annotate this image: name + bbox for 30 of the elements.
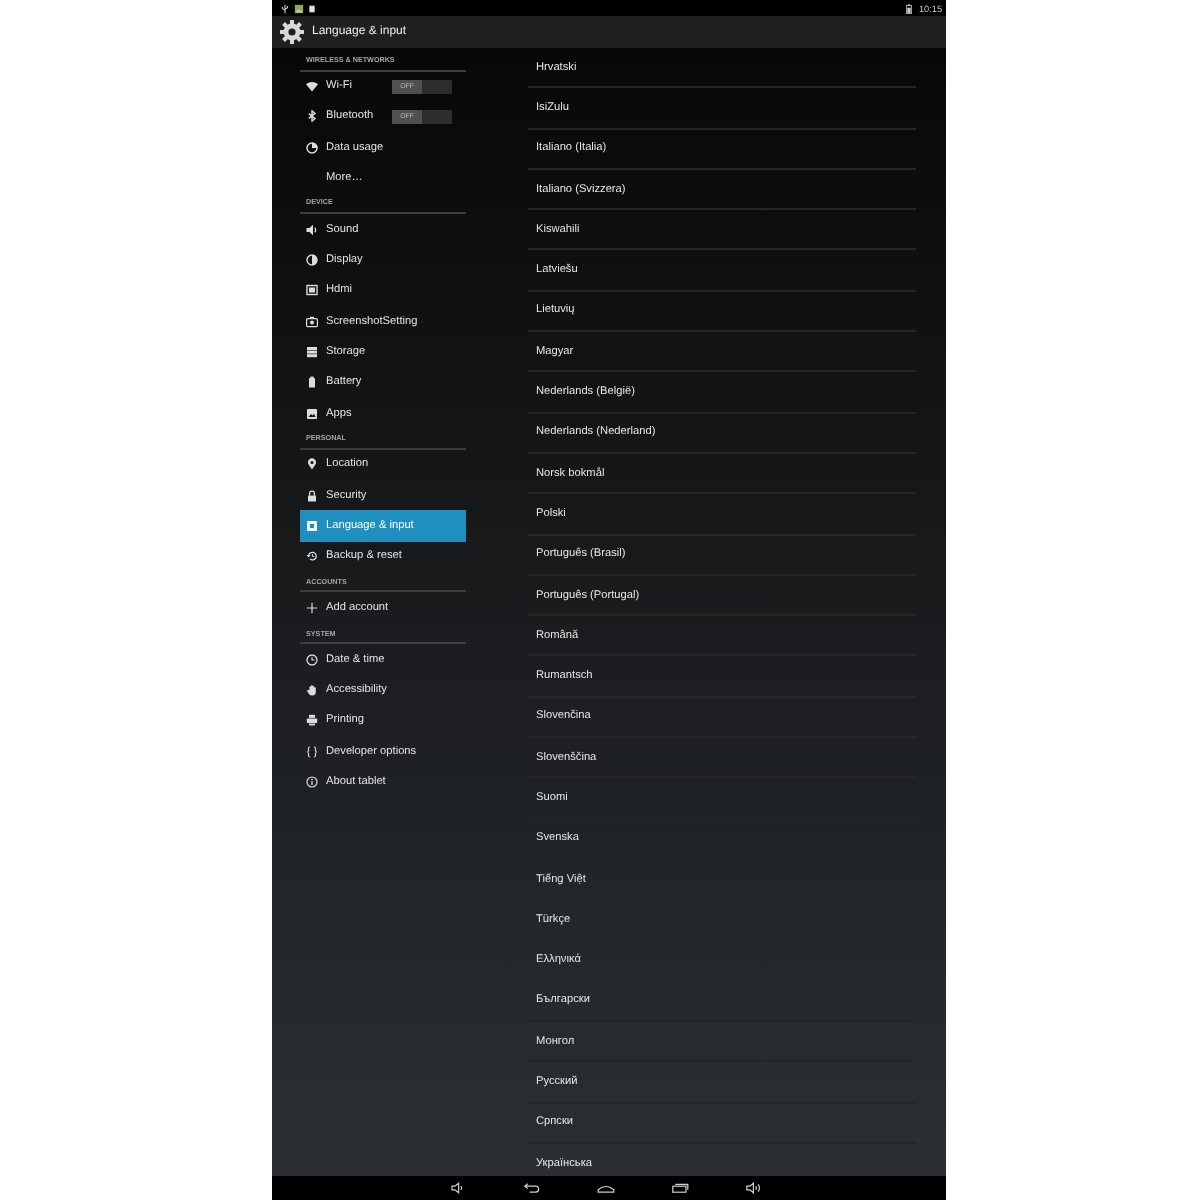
back-icon[interactable] — [522, 1182, 542, 1194]
volume-down-icon[interactable] — [448, 1182, 468, 1194]
lock-icon — [306, 489, 318, 502]
braces-icon — [306, 745, 318, 758]
battery-icon — [903, 3, 913, 13]
printer-icon — [306, 714, 318, 727]
storage-icon — [306, 346, 318, 359]
bluetooth-icon — [306, 110, 318, 123]
camera-icon — [306, 315, 318, 328]
settings-icon[interactable] — [280, 20, 304, 44]
screen-icon — [306, 284, 318, 297]
pie-chart-icon — [306, 141, 318, 154]
circular-arrow-icon — [306, 550, 318, 563]
plus-icon — [306, 602, 318, 615]
hand-icon — [306, 684, 318, 697]
image-icon — [306, 407, 318, 420]
recents-icon[interactable] — [670, 1182, 690, 1194]
half-circle-icon — [306, 254, 318, 267]
battery-icon — [306, 376, 318, 389]
speaker-icon — [306, 223, 318, 236]
home-icon[interactable] — [596, 1182, 616, 1194]
location-pin-icon — [306, 458, 318, 471]
clock-icon — [306, 653, 318, 666]
usb-icon — [280, 3, 290, 13]
volume-up-icon[interactable] — [744, 1182, 764, 1194]
square-icon — [308, 3, 316, 13]
framed-square-icon — [306, 520, 318, 532]
info-icon — [306, 776, 318, 789]
picture-icon — [294, 3, 304, 13]
wifi-icon — [306, 80, 318, 93]
